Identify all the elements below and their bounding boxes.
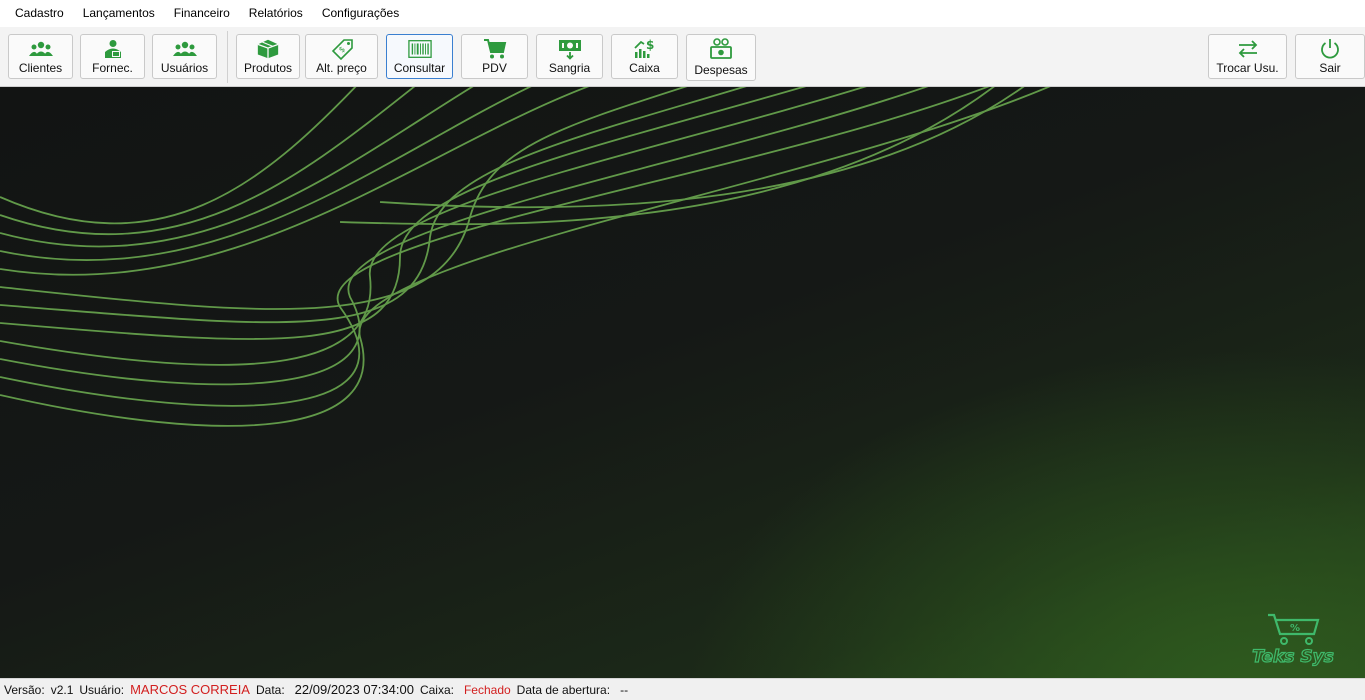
fornec-button[interactable]: Fornec. xyxy=(80,34,145,79)
status-bar: Versão: v2.1 Usuário: MARCOS CORREIA Dat… xyxy=(0,678,1365,700)
toolbar-separator xyxy=(227,31,228,83)
opening-date-value: -- xyxy=(620,682,629,697)
toolbar: Clientes Fornec. Usuários Produtos $ Alt… xyxy=(0,27,1365,87)
power-icon xyxy=(1318,39,1342,59)
supplier-id-icon xyxy=(101,39,125,59)
pdv-button[interactable]: PDV xyxy=(461,34,528,79)
barcode-icon xyxy=(407,39,432,59)
version-value: v2.1 xyxy=(50,682,74,697)
fornec-label: Fornec. xyxy=(92,61,133,75)
trocar-usuario-button[interactable]: Trocar Usu. xyxy=(1208,34,1287,79)
clientes-label: Clientes xyxy=(18,61,63,75)
svg-text:%: % xyxy=(1290,623,1300,634)
sair-button[interactable]: Sair xyxy=(1295,34,1365,79)
despesas-label: Despesas xyxy=(694,63,748,77)
sangria-label: Sangria xyxy=(548,61,591,75)
date-label: Data: xyxy=(255,682,285,697)
date-value: 22/09/2023 07:34:00 xyxy=(294,682,414,697)
pdv-label: PDV xyxy=(482,61,507,75)
swap-arrows-icon xyxy=(1236,39,1260,59)
menu-configuracoes[interactable]: Configurações xyxy=(313,0,408,27)
main-background: % Teks Sys xyxy=(0,87,1365,678)
menu-bar: Cadastro Lançamentos Financeiro Relatóri… xyxy=(0,0,1365,28)
menu-lancamentos[interactable]: Lançamentos xyxy=(74,0,164,27)
shopping-cart-icon xyxy=(483,39,507,59)
user-label: Usuário: xyxy=(79,682,125,697)
opening-date-label: Data de abertura: xyxy=(516,682,611,697)
clientes-button[interactable]: Clientes xyxy=(8,34,73,79)
wave-lines-decoration xyxy=(0,87,1051,427)
cash-withdraw-icon xyxy=(558,39,582,60)
box-icon xyxy=(256,39,280,59)
svg-text:$: $ xyxy=(337,45,347,55)
version-label: Versão: xyxy=(4,682,45,697)
users-group-icon xyxy=(28,39,53,59)
usuarios-label: Usuários xyxy=(160,61,209,75)
produtos-button[interactable]: Produtos xyxy=(236,34,300,79)
cash-label: Caixa: xyxy=(419,682,454,697)
trocar-usuario-label: Trocar Usu. xyxy=(1216,61,1279,75)
consultar-button[interactable]: Consultar xyxy=(386,34,453,79)
expenses-icon xyxy=(709,38,733,59)
alt-preco-label: Alt. preço xyxy=(316,61,367,75)
sangria-button[interactable]: Sangria xyxy=(536,34,603,79)
cash-chart-icon: $ xyxy=(633,38,657,59)
user-value: MARCOS CORREIA xyxy=(130,682,250,697)
consultar-label: Consultar xyxy=(393,61,446,75)
cash-status-value: Fechado xyxy=(463,682,511,697)
despesas-button[interactable]: Despesas xyxy=(686,34,756,81)
menu-relatorios[interactable]: Relatórios xyxy=(240,0,312,27)
menu-financeiro[interactable]: Financeiro xyxy=(165,0,239,27)
usuarios-button[interactable]: Usuários xyxy=(152,34,217,79)
svg-text:$: $ xyxy=(646,38,654,52)
sair-label: Sair xyxy=(1319,61,1341,75)
produtos-label: Produtos xyxy=(243,61,293,75)
menu-cadastro[interactable]: Cadastro xyxy=(6,0,73,27)
users-group-icon xyxy=(172,39,197,59)
caixa-label: Caixa xyxy=(629,61,660,75)
logo-text: Teks Sys xyxy=(1252,647,1334,667)
caixa-button[interactable]: $ Caixa xyxy=(611,34,678,79)
price-tag-icon: $ xyxy=(330,39,354,60)
alt-preco-button[interactable]: $ Alt. preço xyxy=(305,34,378,79)
tekssys-logo: % Teks Sys xyxy=(1238,612,1348,672)
